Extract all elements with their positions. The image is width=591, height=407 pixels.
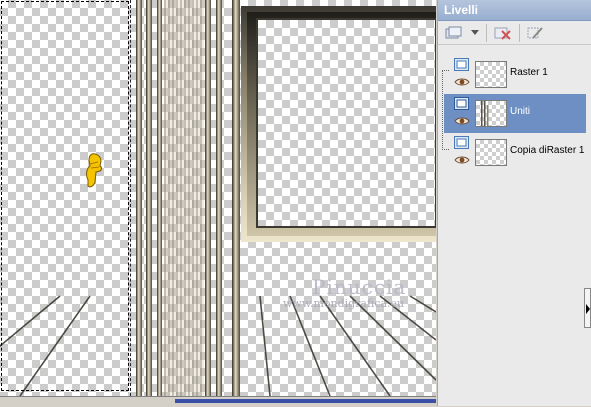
layer-list: Raster 1 Uniti Copia diRaster 1 [444, 50, 586, 167]
edit-mask-button[interactable] [526, 24, 546, 42]
selection-marquee [1, 1, 129, 391]
image-canvas[interactable]: Pinuccia www.mondigrafica.eu [0, 0, 436, 396]
visibility-eye-icon[interactable] [454, 155, 470, 165]
thumbnail-bars [481, 101, 489, 126]
layer-thumbnail [475, 100, 507, 127]
delete-layer-icon [494, 27, 511, 40]
dropdown-arrow-icon [471, 29, 479, 35]
layer-name: Copia diRaster 1 [510, 145, 585, 156]
toolbar-separator [486, 23, 487, 42]
layer-dropdown-button[interactable] [470, 24, 480, 42]
new-layer-button[interactable] [444, 24, 464, 42]
layers-panel: Livelli Raster 1 Uniti Copia diRaster 1 [437, 0, 591, 406]
status-progress-bar [175, 399, 436, 403]
layer-row[interactable]: Copia diRaster 1 [444, 133, 586, 172]
layer-name: Uniti [510, 106, 531, 117]
layer-name: Raster 1 [510, 67, 548, 78]
new-layer-icon [445, 26, 462, 38]
pointing-hand-cursor-icon [86, 153, 102, 188]
watermark-name: Pinuccia [312, 275, 407, 299]
delete-layer-button[interactable] [493, 24, 513, 42]
selection-marquee-edge [130, 0, 131, 396]
layer-row[interactable]: Uniti [444, 94, 586, 133]
panel-collapse-handle[interactable] [584, 288, 591, 328]
visibility-eye-icon[interactable] [454, 77, 470, 87]
edit-mask-icon [527, 26, 543, 39]
raster-layer-icon [454, 97, 469, 110]
expand-arrow-icon [586, 304, 590, 314]
translucent-stripe [164, 0, 204, 396]
panel-title: Livelli [438, 0, 591, 21]
layer-thumbnail [475, 61, 507, 88]
raster-layer-icon [454, 136, 469, 149]
layer-row[interactable]: Raster 1 [444, 55, 586, 94]
layers-toolbar [438, 21, 591, 45]
watermark-url: www.mondigrafica.eu [283, 297, 405, 310]
layer-thumbnail [475, 139, 507, 166]
raster-layer-icon [454, 58, 469, 71]
toolbar-separator [519, 23, 520, 42]
visibility-eye-icon[interactable] [454, 116, 470, 126]
